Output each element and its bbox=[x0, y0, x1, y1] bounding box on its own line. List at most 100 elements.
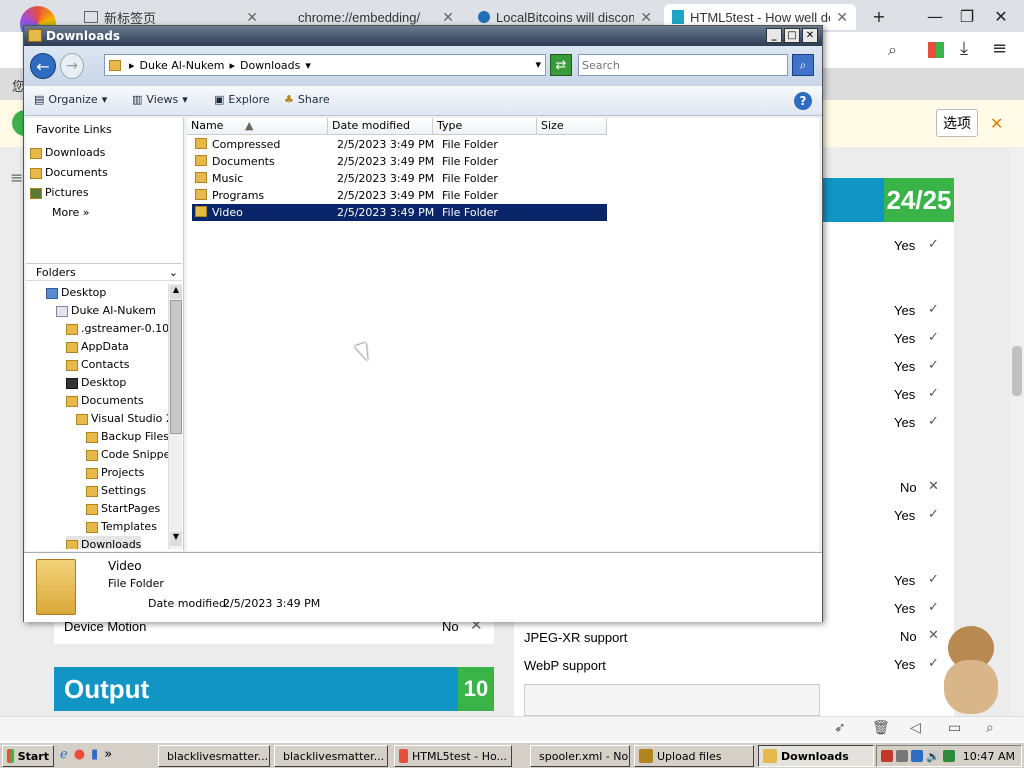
search-icon[interactable]: ⌕ bbox=[888, 40, 897, 60]
gear-icon[interactable] bbox=[896, 750, 908, 762]
forward-button[interactable]: → bbox=[60, 53, 84, 79]
tree-item[interactable]: Backup Files bbox=[86, 428, 168, 445]
file-row[interactable]: Programs 2/5/2023 3:49 PM File Folder bbox=[192, 187, 607, 204]
tree-item[interactable]: Documents bbox=[66, 392, 144, 409]
taskbar-button[interactable]: spooler.xml - No... bbox=[530, 745, 630, 767]
search-icon[interactable]: ⌕ bbox=[986, 720, 994, 736]
maximize-icon[interactable]: □ bbox=[784, 28, 800, 43]
file-row[interactable]: Compressed 2/5/2023 3:49 PM File Folder bbox=[192, 136, 607, 153]
close-icon[interactable]: ✕ bbox=[442, 9, 454, 26]
dropdown-arrow-icon[interactable]: ▾ bbox=[535, 58, 541, 71]
download-icon[interactable]: ⤓ bbox=[960, 38, 968, 59]
minimize-icon[interactable]: _ bbox=[766, 28, 782, 43]
tree-item[interactable]: .gstreamer-0.10 bbox=[66, 320, 168, 337]
minimize-icon[interactable]: — bbox=[920, 4, 950, 28]
tree-item[interactable]: Settings bbox=[86, 482, 146, 499]
folder-icon bbox=[66, 539, 78, 549]
tree-item[interactable]: Contacts bbox=[66, 356, 130, 373]
close-icon[interactable]: ✕ bbox=[990, 114, 1003, 133]
refresh-button[interactable]: ⇄ bbox=[550, 54, 572, 76]
restore-icon[interactable]: ❐ bbox=[952, 4, 982, 28]
scrollbar-thumb[interactable] bbox=[170, 300, 182, 434]
tree-item[interactable]: StartPages bbox=[86, 500, 160, 517]
column-type[interactable]: Type bbox=[433, 118, 537, 135]
close-icon[interactable]: ✕ bbox=[802, 28, 818, 43]
window-icon[interactable]: ▭ bbox=[948, 720, 961, 736]
tree-item-label: Documents bbox=[81, 394, 144, 407]
tree-item[interactable]: Visual Studio 2 bbox=[76, 410, 168, 427]
close-icon[interactable]: ✕ bbox=[836, 9, 848, 26]
address-box[interactable]: ▸ Duke Al-Nukem ▸ Downloads ▾ ▾ bbox=[104, 54, 546, 76]
favorite-link-downloads[interactable]: Downloads bbox=[30, 144, 105, 161]
taskbar-button-label: HTML5test - Ho... bbox=[412, 749, 507, 763]
scrollbar-thumb[interactable] bbox=[1012, 346, 1022, 396]
tree-item[interactable]: Code Snippe bbox=[86, 446, 168, 463]
close-icon[interactable]: ✕ bbox=[640, 9, 652, 26]
close-window-icon[interactable]: ✕ bbox=[986, 4, 1016, 28]
search-button[interactable]: ⌕ bbox=[792, 54, 814, 76]
security-icon[interactable] bbox=[942, 750, 955, 762]
menu-icon[interactable]: ≡ bbox=[992, 38, 1007, 59]
speaker-icon[interactable]: ◁ bbox=[910, 720, 921, 736]
section-header bbox=[822, 178, 884, 222]
rocket-icon[interactable]: ➶ bbox=[834, 720, 846, 736]
taskbar-button[interactable]: Downloads bbox=[758, 745, 874, 767]
network-icon[interactable] bbox=[911, 750, 923, 762]
scroll-down-icon[interactable]: ▼ bbox=[170, 532, 182, 546]
taskbar-button-label: Upload files bbox=[657, 749, 722, 763]
clock[interactable]: 10:47 AM bbox=[963, 750, 1021, 763]
file-name: Compressed bbox=[212, 138, 281, 151]
window-title-bar[interactable]: Downloads _ □ ✕ bbox=[24, 26, 822, 46]
file-row[interactable]: Music 2/5/2023 3:49 PM File Folder bbox=[192, 170, 607, 187]
tree-item[interactable]: Templates bbox=[86, 518, 157, 535]
tree-item[interactable]: Desktop bbox=[66, 374, 126, 391]
scroll-up-icon[interactable]: ▲ bbox=[170, 285, 182, 299]
tree-item-label: AppData bbox=[81, 340, 129, 353]
taskbar-button[interactable]: blacklivesmatter... bbox=[158, 745, 270, 767]
favorite-link-more[interactable]: More » bbox=[52, 204, 90, 221]
column-date-modified[interactable]: Date modified bbox=[328, 118, 433, 135]
column-size[interactable]: Size bbox=[537, 118, 607, 135]
tree-item[interactable]: Downloads bbox=[66, 536, 142, 549]
breadcrumb-user[interactable]: Duke Al-Nukem bbox=[140, 59, 225, 72]
feedback-widget[interactable] bbox=[524, 684, 820, 716]
tree-item[interactable]: Projects bbox=[86, 464, 144, 481]
back-button[interactable]: ← bbox=[30, 53, 56, 79]
breadcrumb-downloads[interactable]: Downloads bbox=[240, 59, 300, 72]
tree-item[interactable]: Duke Al-Nukem bbox=[56, 302, 156, 319]
file-type: File Folder bbox=[442, 189, 498, 202]
favorite-link-documents[interactable]: Documents bbox=[30, 164, 108, 181]
close-icon[interactable]: ✕ bbox=[246, 9, 258, 26]
shield-icon[interactable] bbox=[881, 750, 893, 762]
page-menu-icon[interactable]: ≡ bbox=[10, 168, 23, 187]
file-row[interactable]: Documents 2/5/2023 3:49 PM File Folder bbox=[192, 153, 607, 170]
volume-icon[interactable]: 🔊 bbox=[926, 750, 940, 763]
taskbar-button[interactable]: HTML5test - Ho... bbox=[394, 745, 512, 767]
page-scrollbar[interactable] bbox=[1010, 148, 1024, 716]
chevron-down-icon[interactable]: ▾ bbox=[305, 59, 311, 72]
tree-scrollbar[interactable]: ▲ ▼ bbox=[168, 284, 182, 549]
taskbar-button[interactable]: blacklivesmatter... bbox=[274, 745, 388, 767]
file-row[interactable]: Video 2/5/2023 3:49 PM File Folder bbox=[192, 204, 607, 221]
trash-icon[interactable]: 🗑 bbox=[872, 720, 890, 736]
search-input[interactable] bbox=[578, 54, 788, 76]
folders-header[interactable]: Folders ⌄ bbox=[26, 263, 182, 281]
options-button[interactable]: 选项 bbox=[936, 109, 978, 137]
help-icon[interactable]: ? bbox=[794, 92, 812, 110]
tree-item[interactable]: AppData bbox=[66, 338, 129, 355]
organize-button[interactable]: ▤ Organize ▾ bbox=[34, 93, 107, 106]
column-name[interactable]: Name ▲ bbox=[187, 118, 328, 135]
taskbar-button[interactable]: Upload files bbox=[634, 745, 754, 767]
windows-icon[interactable] bbox=[928, 42, 944, 58]
pin-icon bbox=[478, 11, 490, 23]
views-button[interactable]: ▥ Views ▾ bbox=[132, 93, 188, 106]
folder-icon bbox=[195, 206, 207, 217]
favorite-links-title: Favorite Links bbox=[36, 123, 112, 136]
favorite-link-pictures[interactable]: Pictures bbox=[30, 184, 89, 201]
tree-item[interactable]: Desktop bbox=[46, 284, 106, 301]
explore-button[interactable]: ▣ Explore bbox=[214, 93, 270, 106]
grid-icon bbox=[84, 11, 98, 23]
new-tab-button[interactable]: + bbox=[864, 4, 894, 28]
hamster-mascot[interactable] bbox=[936, 616, 1006, 716]
share-button[interactable]: ♣ Share bbox=[284, 93, 330, 106]
